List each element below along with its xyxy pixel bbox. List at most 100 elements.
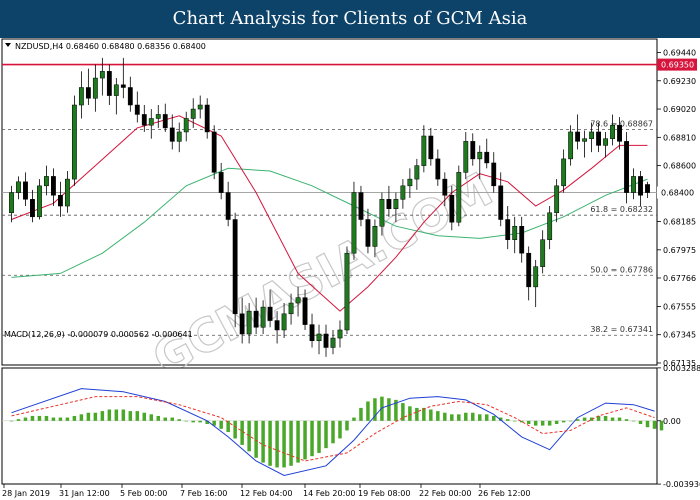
fib-label-3: 38.2 = 0.67341 xyxy=(590,325,653,334)
candle-body xyxy=(141,114,147,126)
header-title: Chart Analysis for Clients of GCM Asia xyxy=(0,0,700,38)
macd-bar xyxy=(526,420,531,424)
time-tick-label: 5 Feb 00:00 xyxy=(120,489,167,498)
candle-body xyxy=(162,114,168,129)
macd-bar xyxy=(512,420,517,422)
candle-body xyxy=(323,333,329,348)
candle-body xyxy=(400,185,406,200)
candle-body xyxy=(512,225,518,240)
macd-bar xyxy=(149,414,154,421)
fib-label-1: 61.8 = 0.68232 xyxy=(590,205,653,214)
candle-body xyxy=(463,141,469,173)
macd-bar xyxy=(191,420,195,423)
macd-bar xyxy=(436,411,440,421)
candle-body xyxy=(372,225,378,247)
macd-bar xyxy=(478,414,482,421)
macd-bar xyxy=(324,420,328,449)
macd-bar xyxy=(471,412,475,421)
candle xyxy=(456,165,462,227)
macd-bar xyxy=(359,407,363,421)
macd-bar xyxy=(422,407,426,421)
candle xyxy=(232,212,238,328)
macd-bar xyxy=(610,417,615,421)
macd-bar xyxy=(114,409,119,421)
macd-bar xyxy=(44,415,49,421)
fib-label-2: 50.0 = 0.67786 xyxy=(590,265,653,274)
candle-body xyxy=(169,127,175,142)
candle-body xyxy=(638,176,643,196)
candle-body xyxy=(386,199,392,209)
macd-panel-frame xyxy=(1,367,658,485)
macd-bar xyxy=(170,417,174,421)
macd-bar xyxy=(51,417,56,421)
candle-body xyxy=(498,185,504,220)
candle-body xyxy=(589,131,595,139)
macd-bar xyxy=(617,417,622,421)
macd-bar xyxy=(457,414,461,421)
price-tick-label: 0.67345 xyxy=(663,331,696,340)
macd-bar xyxy=(645,420,650,428)
candle-body xyxy=(617,124,622,142)
time-tick-label: 7 Feb 16:00 xyxy=(180,489,227,498)
macd-bar xyxy=(568,420,573,422)
macd-bar xyxy=(100,411,105,421)
candle-body xyxy=(51,176,56,196)
candle-body xyxy=(484,151,490,164)
candle-body xyxy=(561,158,567,187)
macd-bar xyxy=(387,398,391,421)
candle-body xyxy=(568,131,574,160)
candle-body xyxy=(540,239,546,267)
time-axis[interactable]: 28 Jan 2019 31 Jan 12:00 5 Feb 00:00 7 Feb … xyxy=(2,484,530,498)
candle-body xyxy=(491,162,497,187)
candle-body xyxy=(575,131,581,142)
candle-body xyxy=(379,199,385,227)
candle-body xyxy=(148,118,154,126)
candle-body xyxy=(596,131,601,146)
candle-body xyxy=(106,71,112,96)
price-tick-label: 0.67975 xyxy=(663,246,696,255)
macd-bar xyxy=(121,409,126,421)
candle-body xyxy=(176,131,182,142)
candle-body xyxy=(239,313,245,335)
candle-body xyxy=(127,87,133,106)
macd-bar xyxy=(582,417,587,421)
candle-body xyxy=(44,176,49,187)
price-tick-label: 0.68185 xyxy=(663,218,696,227)
candle-body xyxy=(155,114,161,119)
macd-bar xyxy=(247,420,251,452)
price-tick-label: 0.68600 xyxy=(663,162,696,171)
time-tick-label: 22 Feb 00:00 xyxy=(419,489,471,498)
candle-body xyxy=(64,178,70,207)
macd-bar xyxy=(268,420,272,466)
candle-body xyxy=(30,199,35,218)
macd-bar xyxy=(275,420,279,468)
candle-body xyxy=(344,252,350,331)
price-tick-label: 0.69230 xyxy=(663,77,696,86)
macd-bar xyxy=(603,415,608,421)
macd-bar xyxy=(310,420,314,457)
macd-bar xyxy=(652,420,657,429)
candle-body xyxy=(99,71,105,79)
macd-bar xyxy=(408,406,412,421)
candle xyxy=(351,181,357,260)
macd-bar xyxy=(198,420,202,423)
price-tick-label: 0.68810 xyxy=(663,133,696,142)
time-tick-label: 31 Jan 12:00 xyxy=(59,489,110,498)
candle-body xyxy=(302,297,308,325)
macd-bar xyxy=(226,420,230,433)
candle-body xyxy=(281,313,287,331)
candle-body xyxy=(16,181,21,193)
macd-bar xyxy=(240,420,244,445)
macd-bar xyxy=(163,417,168,421)
current-price-tag: 0.68400 xyxy=(661,189,694,198)
macd-bar xyxy=(296,420,300,463)
macd-bar xyxy=(303,420,307,460)
candle-body xyxy=(204,104,210,133)
macd-bar xyxy=(37,415,42,421)
candle-body xyxy=(477,151,483,160)
macd-panel: 0.003288 0.00 -0.003936 xyxy=(1,364,700,489)
macd-bar xyxy=(505,419,510,421)
candle-body xyxy=(435,158,441,180)
macd-bar xyxy=(554,420,559,424)
candle-body xyxy=(211,131,217,173)
